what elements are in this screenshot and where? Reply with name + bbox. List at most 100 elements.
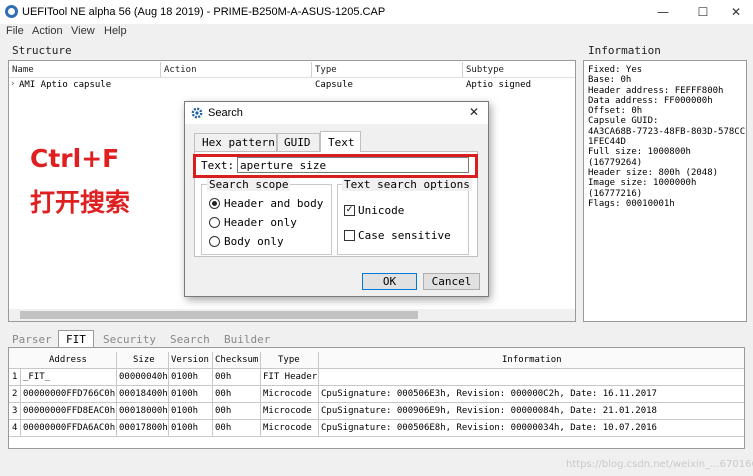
radio-header-and-body-label[interactable]: Header and body (224, 197, 323, 210)
fit-col-size[interactable]: Size (133, 355, 155, 365)
fit-checksum[interactable]: 00h (215, 423, 231, 433)
unicode-checkbox-label[interactable]: Unicode (358, 204, 404, 217)
grid-line (9, 436, 744, 437)
fit-col-version[interactable]: Version (171, 355, 209, 365)
fit-checksum[interactable]: 00h (215, 372, 231, 382)
app-icon (5, 5, 18, 18)
tab-search[interactable]: Search (170, 333, 210, 346)
info-line: 4A3CA68B-7723-48FB-803D-578CC (588, 126, 746, 137)
fit-size[interactable]: 00017800h (119, 423, 168, 433)
structure-title: Structure (12, 44, 72, 57)
fit-table-header (9, 348, 744, 368)
unicode-checkbox[interactable]: ✓ (344, 205, 355, 216)
info-line: Header size: 800h (2048) (588, 167, 719, 178)
fit-size[interactable]: 00018400h (119, 389, 168, 399)
tab-fit[interactable]: FIT (58, 330, 94, 348)
fit-type[interactable]: Microcode (263, 423, 312, 433)
grid-line (116, 352, 117, 436)
tree-item-name[interactable]: AMI Aptio capsule (19, 80, 111, 90)
grid-line (260, 352, 261, 436)
fit-size[interactable]: 00000040h (119, 372, 168, 382)
info-line: (16779264) (588, 157, 643, 168)
case-sensitive-checkbox[interactable] (344, 230, 355, 241)
info-line: Image size: 1000000h (588, 178, 697, 189)
gear-icon (191, 107, 203, 119)
tab-parser[interactable]: Parser (12, 333, 52, 346)
structure-col-name[interactable]: Name (12, 65, 34, 75)
tab-text-label: Text (328, 136, 355, 149)
information-title: Information (588, 44, 661, 57)
row-number: 3 (12, 406, 18, 416)
search-text-input[interactable]: aperture size (237, 157, 469, 173)
structure-col-action[interactable]: Action (164, 65, 197, 75)
dialog-title: Search (208, 107, 243, 119)
information-text: Fixed: Yes Base: 0h Header address: FEFF… (588, 65, 745, 209)
grid-line (168, 352, 169, 436)
menu-action[interactable]: Action (32, 25, 63, 37)
grid-line (9, 368, 744, 369)
tab-hex-pattern-label: Hex pattern (202, 136, 275, 149)
fit-col-address[interactable]: Address (49, 355, 87, 365)
tab-text[interactable]: Text (320, 131, 361, 152)
radio-header-and-body[interactable] (209, 198, 220, 209)
fit-col-checksum[interactable]: Checksum (215, 355, 258, 365)
fit-version[interactable]: 0100h (171, 389, 198, 399)
fit-address[interactable]: 00000000FFDA6AC0h (23, 423, 115, 433)
expand-chevron-icon[interactable]: › (10, 79, 15, 89)
fit-info[interactable]: CpuSignature: 000506E3h, Revision: 00000… (321, 389, 657, 399)
fit-checksum[interactable]: 00h (215, 406, 231, 416)
info-line: Data address: FF000000h (588, 95, 713, 106)
fit-version[interactable]: 0100h (171, 406, 198, 416)
fit-col-type[interactable]: Type (278, 355, 300, 365)
radio-body-only-label[interactable]: Body only (224, 235, 284, 248)
menu-view[interactable]: View (71, 25, 95, 37)
info-line: Fixed: Yes (588, 65, 643, 75)
tab-guid-label: GUID (284, 136, 311, 149)
fit-info[interactable]: CpuSignature: 000906E9h, Revision: 00000… (321, 406, 657, 416)
radio-header-only-label[interactable]: Header only (224, 216, 297, 229)
tab-hex-pattern[interactable]: Hex pattern (194, 133, 277, 151)
tree-item-subtype: Aptio signed (466, 80, 532, 90)
window-title: UEFITool NE alpha 56 (Aug 18 2019) - PRI… (22, 6, 386, 18)
grid-line (9, 419, 744, 420)
text-options-title: Text search options (342, 178, 472, 191)
fit-version[interactable]: 0100h (171, 372, 198, 382)
case-sensitive-checkbox-label[interactable]: Case sensitive (358, 229, 451, 242)
fit-address[interactable]: 00000000FFD766C0h (23, 389, 115, 399)
info-line: Capsule GUID: (588, 116, 659, 127)
annotation-shortcut: Ctrl+F (30, 144, 120, 173)
fit-col-information[interactable]: Information (502, 355, 562, 365)
fit-version[interactable]: 0100h (171, 423, 198, 433)
tab-guid[interactable]: GUID (277, 133, 320, 151)
tab-builder[interactable]: Builder (224, 333, 270, 346)
grid-line (212, 352, 213, 436)
info-line: (16777216) (588, 188, 643, 199)
fit-info[interactable]: CpuSignature: 000506E8h, Revision: 00000… (321, 423, 657, 433)
cancel-button[interactable]: Cancel (423, 273, 480, 290)
close-button[interactable]: ✕ (716, 0, 753, 24)
fit-type[interactable]: FIT Header (263, 372, 317, 382)
tab-security[interactable]: Security (103, 333, 156, 346)
fit-checksum[interactable]: 00h (215, 389, 231, 399)
column-separator (311, 62, 312, 77)
minimize-button[interactable]: — (643, 0, 683, 24)
structure-col-subtype[interactable]: Subtype (466, 65, 504, 75)
row-number: 2 (12, 389, 18, 399)
ok-button[interactable]: OK (362, 273, 417, 290)
menu-file[interactable]: File (6, 25, 24, 37)
search-scope-title: Search scope (207, 178, 291, 191)
fit-type[interactable]: Microcode (263, 389, 312, 399)
dialog-close-button[interactable]: ✕ (469, 105, 479, 119)
fit-address[interactable]: 00000000FFD8EAC0h (23, 406, 115, 416)
radio-body-only[interactable] (209, 236, 220, 247)
column-separator (160, 62, 161, 77)
column-separator (462, 62, 463, 77)
menu-help[interactable]: Help (104, 25, 127, 37)
fit-type[interactable]: Microcode (263, 406, 312, 416)
scrollbar-thumb[interactable] (20, 311, 418, 319)
fit-address[interactable]: _FIT_ (23, 372, 50, 382)
row-number: 1 (12, 372, 18, 382)
structure-col-type[interactable]: Type (315, 65, 337, 75)
radio-header-only[interactable] (209, 217, 220, 228)
fit-size[interactable]: 00018000h (119, 406, 168, 416)
